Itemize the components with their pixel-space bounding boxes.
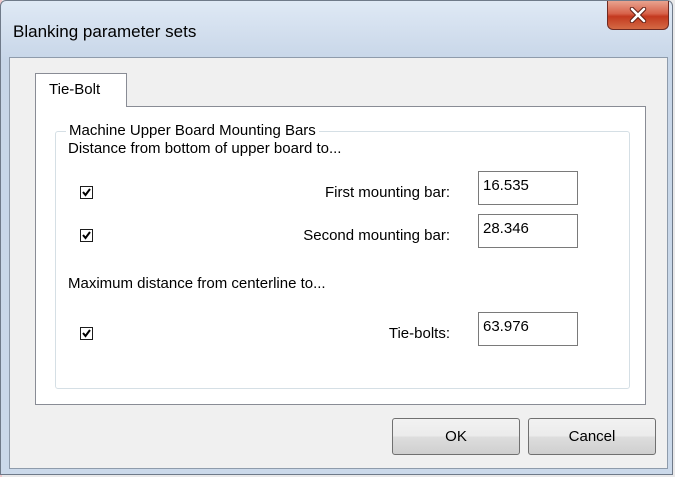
second-mounting-bar-label: Second mounting bar: [303, 227, 450, 244]
tie-bolts-checkbox[interactable] [80, 327, 93, 340]
dialog-window: Blanking parameter sets Tie-Bolt Machine… [0, 0, 673, 475]
tie-bolts-label: Tie-bolts: [388, 325, 450, 342]
tab-page: Machine Upper Board Mounting Bars Distan… [35, 106, 646, 405]
section2-heading: Maximum distance from centerline to... [68, 275, 326, 292]
tab-tie-bolt[interactable]: Tie-Bolt [35, 73, 127, 107]
close-icon [629, 7, 647, 23]
group-label: Machine Upper Board Mounting Bars [66, 122, 319, 139]
first-mounting-bar-label: First mounting bar: [324, 184, 450, 201]
close-button[interactable] [607, 1, 669, 30]
dialog-client-area: Tie-Bolt Machine Upper Board Mounting Ba… [9, 57, 668, 469]
tab-label: Tie-Bolt [49, 81, 101, 98]
checkmark-icon [82, 329, 91, 338]
cancel-button[interactable]: Cancel [528, 418, 656, 455]
checkmark-icon [82, 188, 91, 197]
first-mounting-bar-input[interactable]: 16.535 [478, 171, 578, 205]
first-mounting-bar-checkbox[interactable] [80, 186, 93, 199]
tie-bolts-input[interactable]: 63.976 [478, 312, 578, 346]
checkmark-icon [82, 231, 91, 240]
window-title: Blanking parameter sets [13, 22, 197, 41]
section1-heading: Distance from bottom of upper board to..… [68, 140, 342, 157]
second-mounting-bar-checkbox[interactable] [80, 229, 93, 242]
second-mounting-bar-input[interactable]: 28.346 [478, 214, 578, 248]
ok-button[interactable]: OK [392, 418, 520, 455]
mounting-bars-group: Machine Upper Board Mounting Bars Distan… [55, 122, 630, 389]
